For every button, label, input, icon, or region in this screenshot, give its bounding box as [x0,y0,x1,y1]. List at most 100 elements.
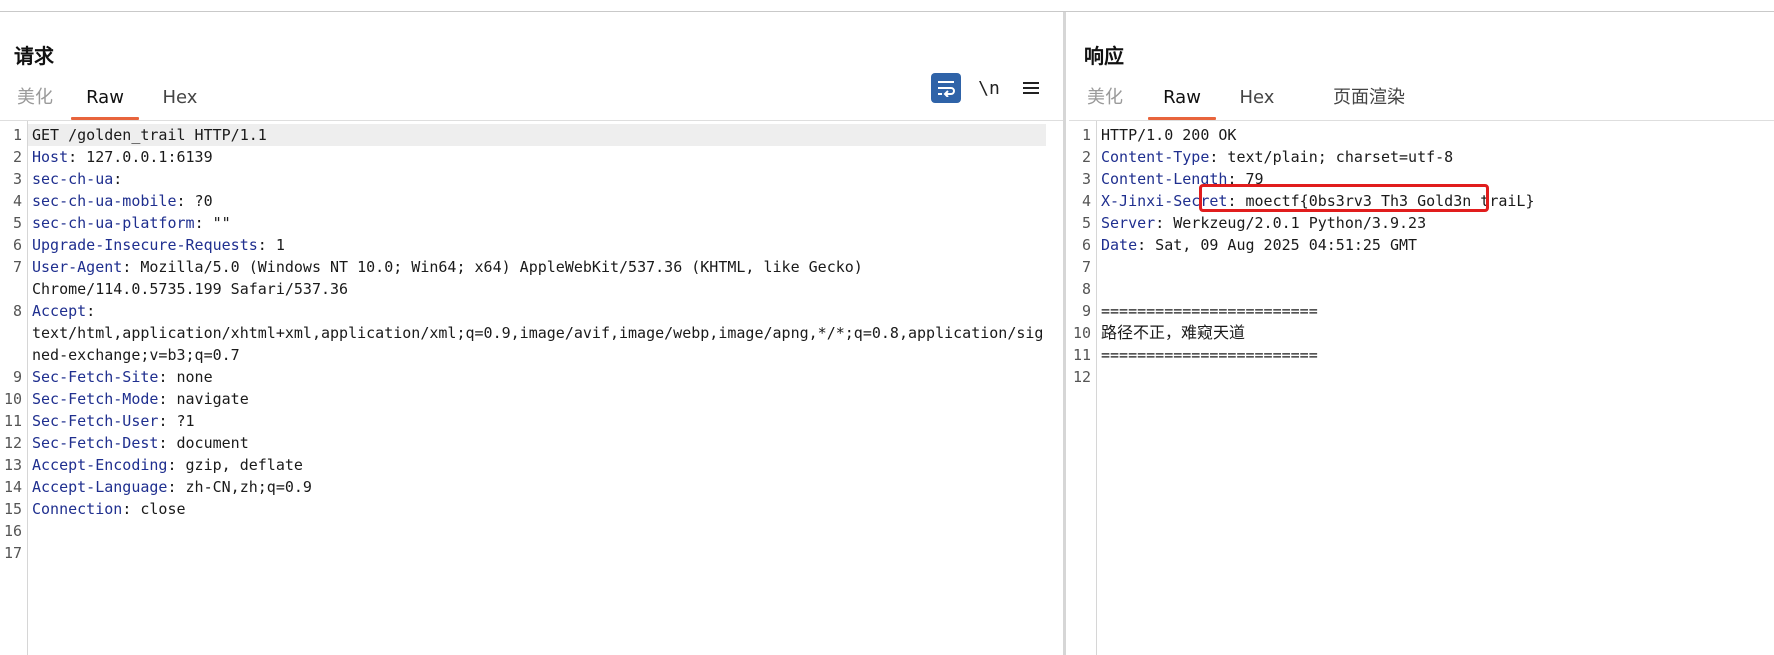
header-name: Date [1101,236,1138,254]
line-number: 1 [12,126,22,144]
header-name: Content-Type [1101,148,1210,166]
header-value: : 127.0.0.1:6139 [68,148,213,166]
line-number: 8 [1081,280,1091,298]
tab-hex[interactable]: Hex [159,76,201,120]
header-line: Accept: [32,300,95,322]
request-line: GET /golden_trail HTTP/1.1 [32,124,267,146]
tab-raw[interactable]: Raw [71,76,139,120]
header-value: : navigate [158,390,249,408]
body-separator: ======================== [1101,302,1318,320]
header-name: Content-Length [1101,170,1228,188]
line-number: 3 [1081,170,1091,188]
line-number: 10 [1072,324,1091,342]
header-value: : 79 [1227,170,1264,188]
header-line: Sec-Fetch-Site: none [32,366,213,388]
line-number: 6 [12,236,22,254]
header-line: Sec-Fetch-Mode: navigate [32,388,249,410]
header-value: : Sat, 09 Aug 2025 04:51:25 GMT [1137,236,1418,254]
header-value: : 1 [257,236,285,254]
header-name: sec-ch-ua [32,170,114,188]
tab-pretty[interactable]: 美化 [12,76,58,120]
header-value: : [86,302,96,320]
body-message: 路径不正，难窥天道 [1101,323,1246,342]
tab-raw[interactable]: Raw [1148,76,1216,120]
wrap-lines-icon[interactable] [931,73,961,103]
header-name: User-Agent [32,258,123,276]
header-name: Upgrade-Insecure-Requests [32,236,258,254]
request-line-text: GET /golden_trail HTTP/1.1 [32,126,267,144]
header-line: Connection: close [32,498,186,520]
tab-pretty[interactable]: 美化 [1082,76,1128,120]
header-value: : Mozilla/5.0 (Windows NT 10.0; Win64; x… [122,258,863,276]
header-continuation: text/html,application/xhtml+xml,applicat… [32,324,1044,342]
response-panel: 响应 美化 Raw Hex 页面渲染 1 2 3 4 5 6 7 8 9 10 … [1069,12,1774,655]
line-number: 11 [1072,346,1091,364]
line-number: 11 [3,412,22,430]
line-number: 6 [1081,236,1091,254]
response-editor[interactable]: 1 2 3 4 5 6 7 8 9 10 11 12 HTTP/1.0 200 … [1069,121,1774,655]
line-number: 5 [1081,214,1091,232]
line-number: 7 [12,258,22,276]
line-number: 17 [3,544,22,562]
line-number: 9 [12,368,22,386]
header-value: : gzip, deflate [167,456,303,474]
header-line: sec-ch-ua: [32,168,122,190]
status-line-text: HTTP/1.0 200 OK [1101,126,1237,144]
header-line: Host: 127.0.0.1:6139 [32,146,213,168]
line-number: 4 [1081,192,1091,210]
secret-flag-value: : moectf{0bs3rv3_Th3_Gold3n_traiL} [1227,192,1535,210]
request-editor[interactable]: 1 2 3 4 5 6 7 8 9 10 11 12 13 14 15 16 1… [0,121,1063,655]
header-line: Upgrade-Insecure-Requests: 1 [32,234,285,256]
header-line: Accept-Encoding: gzip, deflate [32,454,303,476]
line-number: 13 [3,456,22,474]
tab-hex[interactable]: Hex [1236,76,1278,120]
header-name: sec-ch-ua-mobile [32,192,177,210]
header-value: : zh-CN,zh;q=0.9 [167,478,312,496]
header-name: Sec-Fetch-Mode [32,390,159,408]
tab-render[interactable]: 页面渲染 [1329,76,1409,120]
header-line: Sec-Fetch-Dest: document [32,432,249,454]
request-panel: 请求 美化 Raw Hex \n 1 2 3 4 5 6 7 8 9 10 11… [0,12,1063,655]
line-number: 7 [1081,258,1091,276]
header-name: Accept-Language [32,478,168,496]
header-value: : Werkzeug/2.0.1 Python/3.9.23 [1155,214,1427,232]
line-number: 16 [3,522,22,540]
line-number: 2 [1081,148,1091,166]
line-number: 12 [3,434,22,452]
header-line: sec-ch-ua-mobile: ?0 [32,190,213,212]
header-line: sec-ch-ua-platform: "" [32,212,231,234]
header-value: : document [158,434,249,452]
header-name: Server [1101,214,1156,232]
line-number: 15 [3,500,22,518]
header-name: Sec-Fetch-Dest [32,434,159,452]
header-value: : ?0 [176,192,213,210]
line-number: 10 [3,390,22,408]
header-name: Sec-Fetch-Site [32,368,159,386]
status-line: HTTP/1.0 200 OK [1101,124,1236,146]
header-continuation: ned-exchange;v=b3;q=0.7 [32,346,240,364]
request-title: 请求 [14,44,54,68]
response-title: 响应 [1084,44,1124,68]
header-line: Content-Length: 79 [1101,168,1264,190]
line-number: 9 [1081,302,1091,320]
hamburger-menu-icon[interactable] [1016,73,1046,103]
header-value: : close [122,500,186,518]
header-name: sec-ch-ua-platform [32,214,195,232]
header-name: Accept [32,302,87,320]
header-name: Connection [32,500,123,518]
line-number: 5 [12,214,22,232]
newline-toggle-button[interactable]: \n [974,73,1004,103]
header-value: : [113,170,123,188]
header-line: Accept-Language: zh-CN,zh;q=0.9 [32,476,312,498]
header-value: : text/plain; charset=utf-8 [1209,148,1454,166]
header-value: : ?1 [158,412,195,430]
secret-header-line: X-Jinxi-Secret: moectf{0bs3rv3_Th3_Gold3… [1101,190,1534,212]
header-name: Host [32,148,69,166]
panel-splitter[interactable] [1063,12,1066,655]
body-separator: ======================== [1101,346,1318,364]
header-name: Accept-Encoding [32,456,168,474]
line-number: 4 [12,192,22,210]
header-value: : "" [194,214,231,232]
line-number: 3 [12,170,22,188]
header-line: Content-Type: text/plain; charset=utf-8 [1101,146,1453,168]
